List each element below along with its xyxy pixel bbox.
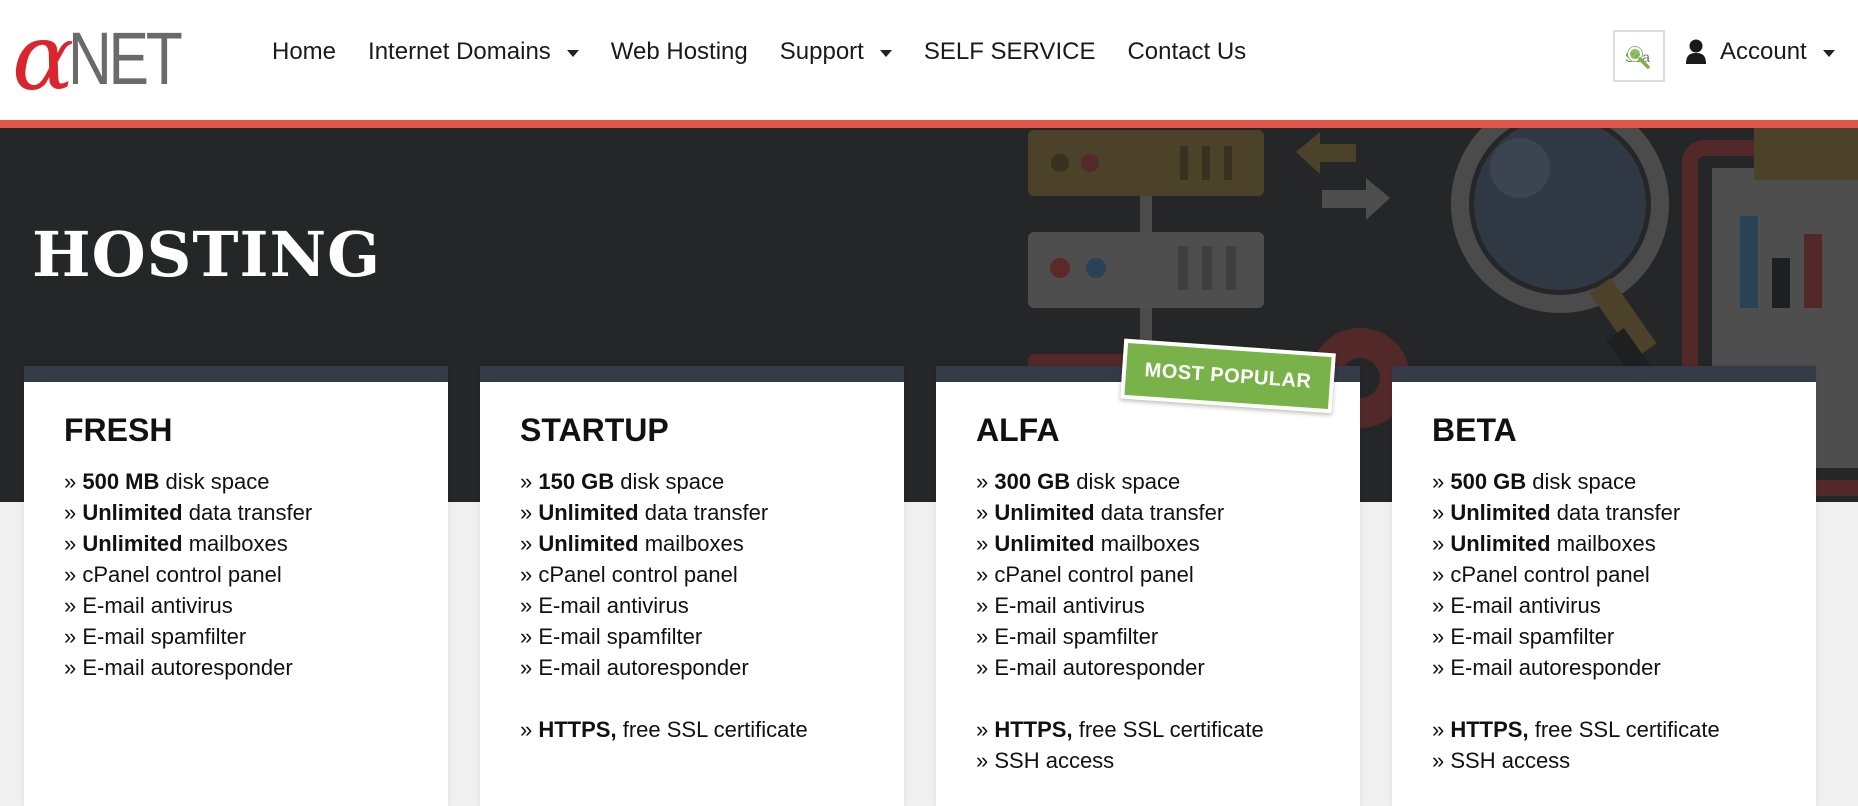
nav-internet-domains[interactable]: Internet Domains xyxy=(368,38,579,66)
feature-item: » E-mail autoresponder xyxy=(1432,655,1661,680)
user-icon xyxy=(1686,39,1706,64)
feature-item: » cPanel control panel xyxy=(1432,562,1650,587)
feature-item: » Unlimited data transfer xyxy=(64,500,313,525)
nav-home[interactable]: Home xyxy=(272,38,336,66)
plan-name: STARTUP xyxy=(520,412,669,448)
nav-contact-us[interactable]: Contact Us xyxy=(1127,38,1246,66)
plan-card-beta: BETA » 500 GB disk space » Unlimited dat… xyxy=(1392,366,1816,806)
plan-card-startup: STARTUP » 150 GB disk space » Unlimited … xyxy=(480,366,904,806)
chevron-down-icon xyxy=(566,49,579,57)
feature-item: » E-mail spamfilter xyxy=(64,624,247,649)
plan-name: BETA xyxy=(1432,412,1517,448)
feature-item: » SSH access xyxy=(976,748,1115,773)
feature-item: » 500 MB disk space xyxy=(64,469,270,494)
feature-item: » Unlimited data transfer xyxy=(1432,500,1681,525)
nav-label: Internet Domains xyxy=(368,38,551,65)
card-top-bar xyxy=(480,366,904,382)
feature-item: » HTTPS, free SSL certificate xyxy=(976,717,1264,742)
feature-item: » E-mail antivirus xyxy=(520,593,689,618)
header-accent-bar xyxy=(0,120,1858,128)
page-title: HOSTING xyxy=(32,218,382,291)
nav-support[interactable]: Support xyxy=(780,38,892,66)
feature-spacer xyxy=(976,683,1264,714)
plan-card-alfa: ALFA » 300 GB disk space » Unlimited dat… xyxy=(936,366,1360,806)
feature-item: » Unlimited mailboxes xyxy=(976,531,1200,556)
nav-label: SELF SERVICE xyxy=(923,38,1096,65)
feature-item: » HTTPS, free SSL certificate xyxy=(1432,717,1720,742)
feature-list: » 300 GB disk space » Unlimited data tra… xyxy=(976,466,1264,776)
plan-card-fresh: FRESH » 500 MB disk space » Unlimited da… xyxy=(24,366,448,806)
account-label: Account xyxy=(1720,38,1807,65)
feature-spacer xyxy=(520,683,808,714)
feature-list: » 150 GB disk space » Unlimited data tra… xyxy=(520,466,808,745)
nav-label: Support xyxy=(779,38,864,65)
feature-item: » 150 GB disk space xyxy=(520,469,725,494)
feature-item: » cPanel control panel xyxy=(520,562,738,587)
logo-text: NET xyxy=(68,17,183,100)
feature-item: » 500 GB disk space xyxy=(1432,469,1637,494)
feature-item: » E-mail spamfilter xyxy=(520,624,703,649)
main-nav: Home Internet Domains Web Hosting Suppor… xyxy=(272,36,1278,68)
nav-label: Home xyxy=(272,38,337,65)
feature-item: » HTTPS, free SSL certificate xyxy=(520,717,808,742)
feature-item: » 300 GB disk space xyxy=(976,469,1181,494)
feature-item: » SSH access xyxy=(1432,748,1571,773)
site-header: α NET Home Internet Domains Web Hosting … xyxy=(0,0,1858,120)
search-icon[interactable] xyxy=(1625,44,1651,70)
plan-name: ALFA xyxy=(976,412,1060,448)
feature-item: » Unlimited data transfer xyxy=(520,500,769,525)
feature-item: » Unlimited data transfer xyxy=(976,500,1225,525)
feature-item: » E-mail antivirus xyxy=(64,593,233,618)
nav-web-hosting[interactable]: Web Hosting xyxy=(611,38,748,66)
nav-label: Contact Us xyxy=(1127,38,1247,65)
feature-item: » E-mail autoresponder xyxy=(64,655,293,680)
feature-item: » E-mail autoresponder xyxy=(976,655,1205,680)
account-menu[interactable]: Account xyxy=(1686,36,1835,68)
feature-list: » 500 GB disk space » Unlimited data tra… xyxy=(1432,466,1720,776)
feature-item: » E-mail antivirus xyxy=(976,593,1145,618)
feature-item: » E-mail autoresponder xyxy=(520,655,749,680)
feature-item: » E-mail antivirus xyxy=(1432,593,1601,618)
feature-item: » E-mail spamfilter xyxy=(976,624,1159,649)
feature-item: » cPanel control panel xyxy=(976,562,1194,587)
nav-label: Web Hosting xyxy=(610,38,748,65)
feature-list: » 500 MB disk space » Unlimited data tra… xyxy=(64,466,312,683)
feature-item: » cPanel control panel xyxy=(64,562,282,587)
chevron-down-icon xyxy=(879,49,892,57)
search-box[interactable] xyxy=(1613,30,1665,82)
plan-name: FRESH xyxy=(64,412,173,448)
feature-item: » Unlimited mailboxes xyxy=(1432,531,1656,556)
feature-item: » E-mail spamfilter xyxy=(1432,624,1615,649)
card-top-bar xyxy=(24,366,448,382)
site-logo[interactable]: α NET xyxy=(12,12,183,104)
card-top-bar xyxy=(1392,366,1816,382)
feature-item: » Unlimited mailboxes xyxy=(520,531,744,556)
nav-self-service[interactable]: SELF SERVICE xyxy=(924,38,1096,66)
feature-spacer xyxy=(1432,683,1720,714)
chevron-down-icon xyxy=(1822,49,1835,57)
feature-item: » Unlimited mailboxes xyxy=(64,531,288,556)
logo-alpha: α xyxy=(12,4,75,111)
